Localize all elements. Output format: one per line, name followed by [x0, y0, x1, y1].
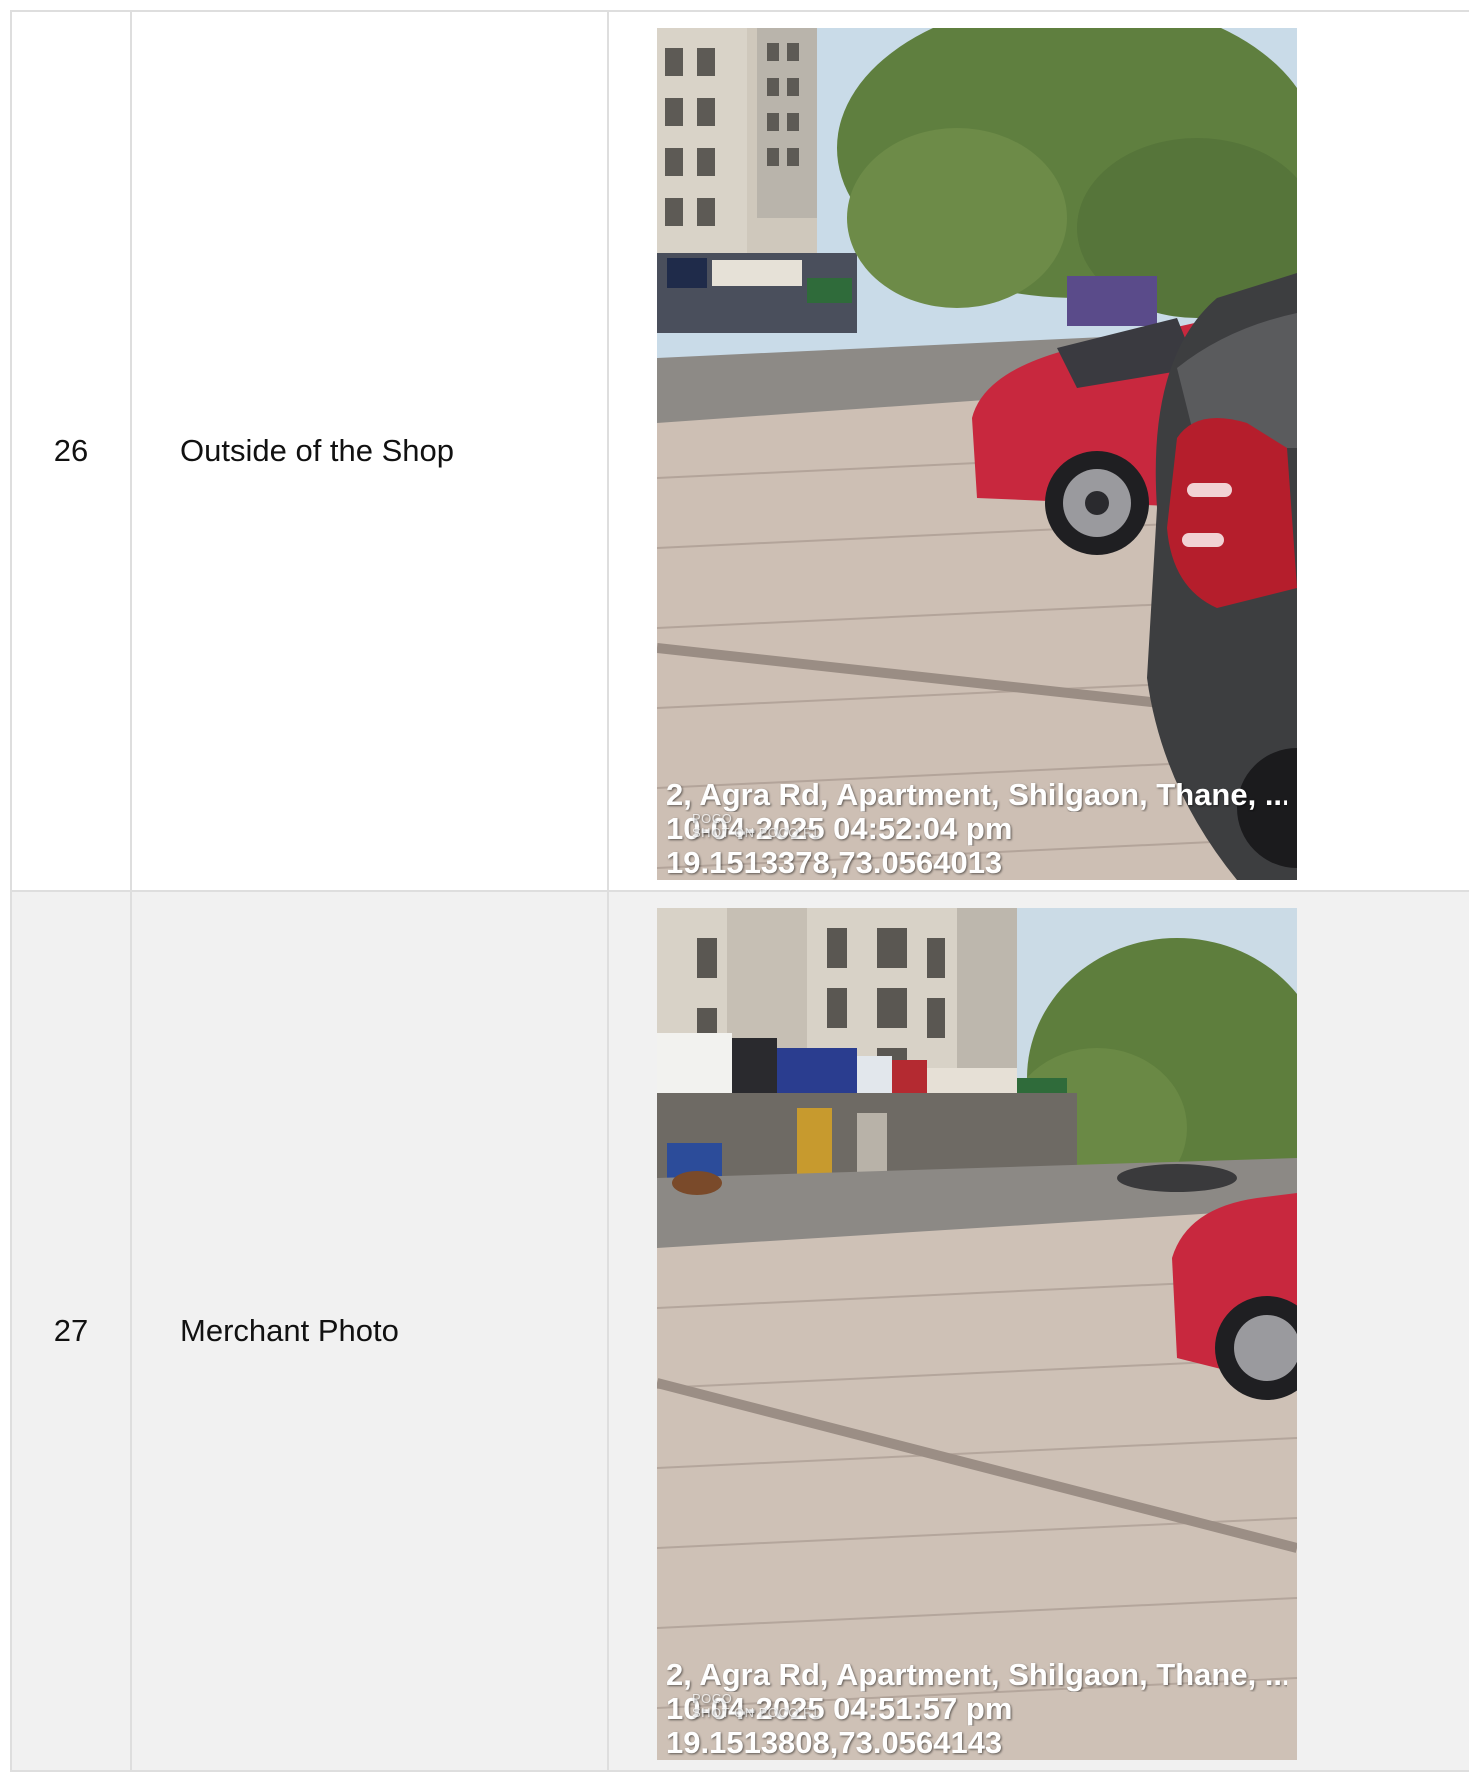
camera-watermark-brand: POCO: [692, 1691, 733, 1706]
photo-geotag-overlay: 2, Agra Rd, Apartment, Shilgaon, Thane, …: [666, 1658, 1287, 1760]
photo-coordinates: 19.1513378,73.0564013: [666, 846, 1003, 880]
table-row: 26 Outside of the Shop 2, Agra Rd, Apart…: [10, 10, 1469, 892]
storefront-scene-image: [657, 908, 1297, 1760]
photo-cell: 2, Agra Rd, Apartment, Shilgaon, Thane, …: [607, 10, 1469, 892]
camera-watermark-model: SHOT ON POCO F1: [692, 825, 820, 840]
camera-watermark-brand: POCO: [692, 811, 733, 826]
row-label: Merchant Photo: [130, 890, 609, 1772]
outside-shop-photo[interactable]: 2, Agra Rd, Apartment, Shilgaon, Thane, …: [657, 28, 1297, 880]
report-table: 26 Outside of the Shop 2, Agra Rd, Apart…: [10, 10, 1469, 1772]
row-label: Outside of the Shop: [130, 10, 609, 892]
photo-address: 2, Agra Rd, Apartment, Shilgaon, Thane, …: [666, 1658, 1287, 1692]
street-scene-image: [657, 28, 1297, 880]
row-number: 26: [10, 10, 132, 892]
photo-geotag-overlay: 2, Agra Rd, Apartment, Shilgaon, Thane, …: [666, 778, 1287, 880]
photo-address: 2, Agra Rd, Apartment, Shilgaon, Thane, …: [666, 778, 1287, 812]
merchant-photo[interactable]: 2, Agra Rd, Apartment, Shilgaon, Thane, …: [657, 908, 1297, 1760]
table-row: 27 Merchant Photo 2, Agra Rd, Apartment,…: [10, 890, 1469, 1772]
photo-coordinates: 19.1513808,73.0564143: [666, 1726, 1003, 1760]
camera-watermark-model: SHOT ON POCO F1: [692, 1705, 820, 1720]
photo-cell: 2, Agra Rd, Apartment, Shilgaon, Thane, …: [607, 890, 1469, 1772]
row-number: 27: [10, 890, 132, 1772]
